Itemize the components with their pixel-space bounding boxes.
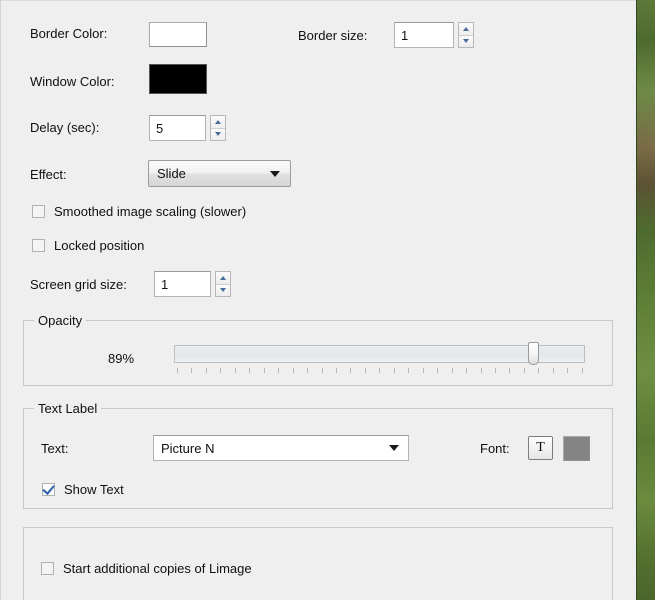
delay-input[interactable]: 5	[149, 115, 206, 141]
delay-stepper[interactable]	[210, 115, 226, 141]
slider-tick	[191, 368, 193, 373]
triangle-down-icon	[220, 288, 226, 293]
slider-tick	[523, 368, 525, 373]
screen-grid-size-input[interactable]: 1	[154, 271, 211, 297]
show-text-checkbox-row[interactable]: Show Text	[42, 482, 124, 497]
border-size-row: Border size:	[298, 28, 367, 43]
effect-dropdown[interactable]: Slide	[148, 160, 291, 187]
slider-tick	[263, 368, 265, 373]
slider-tick	[552, 368, 554, 373]
triangle-down-icon	[215, 132, 221, 137]
border-color-row: Border Color:	[30, 26, 107, 41]
font-label: Font:	[480, 441, 510, 456]
slider-tick	[321, 368, 323, 373]
font-t-icon: T	[536, 440, 545, 455]
text-label-group-title: Text Label	[34, 401, 102, 416]
delay-value: 5	[156, 120, 164, 136]
screen-grid-size-stepper[interactable]	[215, 271, 231, 297]
slider-tick	[494, 368, 496, 373]
border-size-increment-button[interactable]	[459, 23, 473, 35]
delay-row: Delay (sec):	[30, 120, 99, 135]
slider-tick	[581, 368, 583, 373]
slider-tick	[234, 368, 236, 373]
delay-increment-button[interactable]	[211, 116, 225, 128]
screen-grid-size-label: Screen grid size:	[30, 277, 127, 292]
opacity-slider-thumb[interactable]	[528, 342, 539, 365]
border-size-input[interactable]: 1	[394, 22, 454, 48]
checkmark-icon	[42, 482, 55, 495]
smoothed-scaling-label: Smoothed image scaling (slower)	[54, 204, 247, 219]
slider-tick	[292, 368, 294, 373]
screen-grid-size-row: Screen grid size:	[30, 277, 127, 292]
border-color-swatch[interactable]	[149, 22, 207, 47]
font-color-swatch[interactable]	[563, 436, 590, 461]
start-copies-checkbox-row[interactable]: Start additional copies of Limage	[41, 561, 252, 576]
effect-row: Effect:	[30, 167, 67, 182]
settings-panel: Border Color: Border size: 1 Window Colo…	[0, 0, 636, 600]
slider-tick	[451, 368, 453, 373]
text-value-dropdown[interactable]: Picture N	[153, 435, 409, 461]
slider-tick	[466, 368, 468, 373]
grid-increment-button[interactable]	[216, 272, 230, 284]
show-text-checkbox[interactable]	[42, 482, 55, 496]
slider-tick	[379, 368, 381, 373]
locked-position-checkbox[interactable]	[32, 239, 45, 252]
triangle-up-icon	[220, 275, 226, 280]
opacity-slider-ticks	[177, 368, 583, 373]
slider-tick	[307, 368, 309, 373]
slider-tick	[437, 368, 439, 373]
start-copies-label: Start additional copies of Limage	[63, 561, 252, 576]
slider-tick	[480, 368, 482, 373]
slider-tick	[509, 368, 511, 373]
font-button[interactable]: T	[528, 436, 553, 460]
slider-tick	[567, 368, 569, 373]
window-color-label: Window Color:	[30, 74, 115, 89]
chevron-down-icon	[270, 170, 280, 177]
slider-tick	[408, 368, 410, 373]
border-color-label: Border Color:	[30, 26, 108, 41]
border-size-value: 1	[401, 27, 409, 43]
delay-label: Delay (sec):	[30, 120, 100, 135]
border-size-decrement-button[interactable]	[459, 34, 473, 47]
border-size-stepper[interactable]	[458, 22, 474, 48]
grid-decrement-button[interactable]	[216, 283, 230, 296]
triangle-down-icon	[463, 39, 469, 44]
slider-tick	[205, 368, 207, 373]
smoothed-scaling-checkbox-row[interactable]: Smoothed image scaling (slower)	[32, 204, 246, 219]
show-text-label: Show Text	[64, 482, 124, 497]
window-color-row: Window Color:	[30, 74, 115, 89]
panel-top-divider	[1, 0, 636, 1]
desktop-wallpaper	[637, 0, 655, 600]
locked-position-label: Locked position	[54, 238, 145, 253]
triangle-up-icon	[463, 26, 469, 31]
slider-tick	[393, 368, 395, 373]
slider-tick	[335, 368, 337, 373]
window-color-swatch[interactable]	[149, 64, 207, 94]
slider-tick	[220, 368, 222, 373]
slider-tick	[364, 368, 366, 373]
opacity-slider-track[interactable]	[174, 345, 585, 363]
screen-grid-size-value: 1	[161, 276, 169, 292]
slider-tick	[249, 368, 251, 373]
text-label: Text:	[41, 441, 69, 456]
triangle-up-icon	[215, 119, 221, 124]
chevron-down-icon	[389, 445, 399, 451]
smoothed-scaling-checkbox[interactable]	[32, 205, 45, 218]
options-dialog-screen: Border Color: Border size: 1 Window Colo…	[0, 0, 655, 600]
locked-position-checkbox-row[interactable]: Locked position	[32, 238, 144, 253]
slider-tick	[422, 368, 424, 373]
slider-tick	[177, 368, 178, 373]
opacity-group-title: Opacity	[34, 313, 87, 328]
opacity-value-label: 89%	[108, 351, 135, 366]
slider-tick	[278, 368, 280, 373]
delay-decrement-button[interactable]	[211, 127, 225, 140]
effect-selected-value: Slide	[157, 166, 186, 181]
text-selected-value: Picture N	[161, 440, 215, 456]
slider-tick	[538, 368, 540, 373]
start-copies-checkbox[interactable]	[41, 562, 54, 575]
slider-tick	[350, 368, 352, 373]
border-size-label: Border size:	[298, 28, 368, 43]
effect-label: Effect:	[30, 167, 67, 182]
